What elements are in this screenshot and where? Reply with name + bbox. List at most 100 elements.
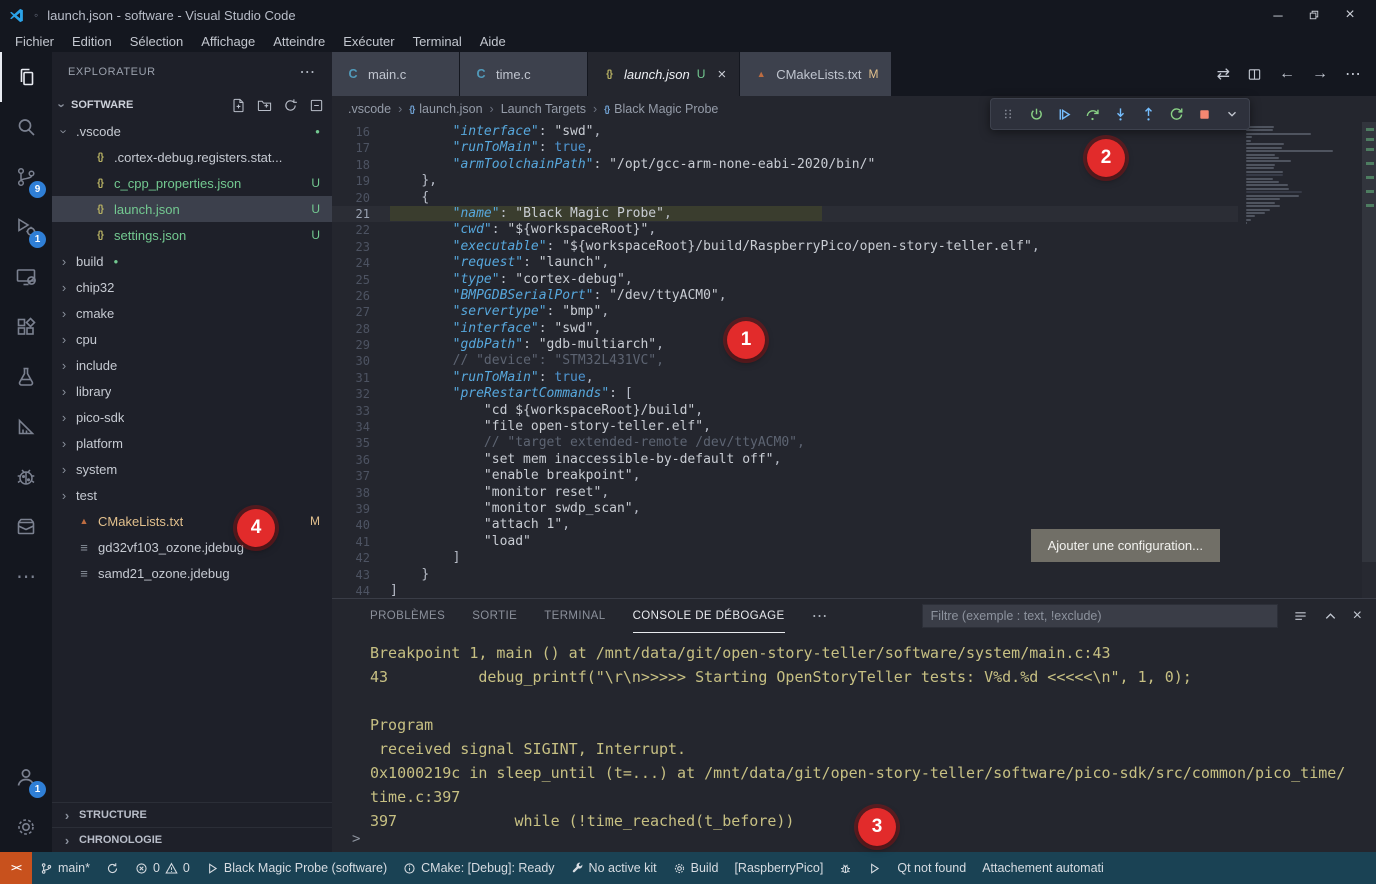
console-prompt[interactable]: > [352, 831, 360, 847]
line-number[interactable]: 27 [332, 304, 390, 320]
menu-affichage[interactable]: Affichage [192, 34, 264, 49]
restart-button[interactable] [1163, 101, 1189, 127]
code-line-28[interactable]: 28 "interface": "swd", [332, 321, 1238, 337]
auto-attach-item[interactable]: Attachement automati [974, 852, 1112, 884]
menu-atteindre[interactable]: Atteindre [264, 34, 334, 49]
code-line-27[interactable]: 27 "servertype": "bmp", [332, 304, 1238, 320]
sidebar-more-icon[interactable]: ⋯ [299, 62, 316, 82]
code-editor[interactable]: 16 "interface": "swd",17 "runToMain": tr… [332, 122, 1376, 598]
cmake-target-item[interactable]: [RaspberryPico] [726, 852, 831, 884]
git-branch-item[interactable]: main* [32, 852, 98, 884]
pause-button[interactable] [1023, 101, 1049, 127]
code-line-44[interactable]: 44] [332, 583, 1238, 598]
clear-console-icon[interactable] [1293, 609, 1308, 624]
qt-status-item[interactable]: Qt not found [889, 852, 974, 884]
line-number[interactable]: 31 [332, 370, 390, 386]
testing-activity-item[interactable] [0, 352, 52, 402]
tree-item-chip32[interactable]: ›chip32 [52, 274, 332, 300]
tree-item-cpu[interactable]: ›cpu [52, 326, 332, 352]
run-icon-item[interactable] [860, 852, 889, 884]
code-line-29[interactable]: 29 "gdbPath": "gdb-multiarch", [332, 337, 1238, 353]
search-activity-item[interactable] [0, 102, 52, 152]
line-number[interactable]: 25 [332, 272, 390, 288]
line-number[interactable]: 26 [332, 288, 390, 304]
more-views-activity-item[interactable]: ⋯ [0, 552, 52, 602]
code-line-20[interactable]: 20 { [332, 190, 1238, 206]
code-line-37[interactable]: 37 "enable breakpoint", [332, 468, 1238, 484]
refresh-explorer-icon[interactable] [283, 98, 298, 113]
line-number[interactable]: 18 [332, 157, 390, 173]
line-number[interactable]: 44 [332, 583, 390, 598]
menu-executer[interactable]: Exécuter [334, 34, 403, 49]
section-header-structure[interactable]: › STRUCTURE [52, 802, 332, 827]
source-control-activity-item[interactable]: 9 [0, 152, 52, 202]
code-line-26[interactable]: 26 "BMPGDBSerialPort": "/dev/ttyACM0", [332, 288, 1238, 304]
more-button[interactable] [1219, 101, 1245, 127]
tree-item-cortex-debug-registers-stat[interactable]: {}.cortex-debug.registers.stat... [52, 144, 332, 170]
breadcrumb-item-launch-json[interactable]: {}launch.json [409, 102, 482, 116]
code-line-31[interactable]: 31 "runToMain": true, [332, 370, 1238, 386]
tree-item-cmake[interactable]: ›cmake [52, 300, 332, 326]
code-line-33[interactable]: 33 "cd ${workspaceRoot}/build", [332, 403, 1238, 419]
remote-explorer-activity-item[interactable] [0, 252, 52, 302]
tree-item-launch-json[interactable]: {}launch.jsonU [52, 196, 332, 222]
cmake-status-item[interactable]: CMake: [Debug]: Ready [395, 852, 562, 884]
debug-icon-item[interactable] [831, 852, 860, 884]
continue-button[interactable] [1051, 101, 1077, 127]
build-item[interactable]: Build [665, 852, 727, 884]
code-line-22[interactable]: 22 "cwd": "${workspaceRoot}", [332, 222, 1238, 238]
tree-item-cmakelists-txt[interactable]: ▲CMakeLists.txtM [52, 508, 332, 534]
code-line-36[interactable]: 36 "set mem inaccessible-by-default off"… [332, 452, 1238, 468]
stop-button[interactable] [1191, 101, 1217, 127]
minimap[interactable] [1246, 126, 1358, 226]
tree-item-vscode[interactable]: ›.vscode● [52, 118, 332, 144]
scrollbar-thumb[interactable] [1362, 122, 1376, 562]
split-editor-icon[interactable] [1247, 67, 1262, 82]
tab-cmakelists-txt[interactable]: ▲CMakeLists.txtM [740, 52, 892, 96]
line-number[interactable]: 23 [332, 239, 390, 255]
line-number[interactable]: 35 [332, 435, 390, 451]
code-line-38[interactable]: 38 "monitor reset", [332, 485, 1238, 501]
close-button[interactable]: × [1332, 0, 1368, 30]
line-number[interactable]: 29 [332, 337, 390, 353]
tree-item-gd32vf103-ozone-jdebug[interactable]: ≡gd32vf103_ozone.jdebug [52, 534, 332, 560]
panel-tab-sortie[interactable]: SORTIE [472, 599, 517, 633]
line-number[interactable]: 20 [332, 190, 390, 206]
line-number[interactable]: 17 [332, 140, 390, 156]
line-number[interactable]: 40 [332, 517, 390, 533]
code-line-34[interactable]: 34 "file open-story-teller.elf", [332, 419, 1238, 435]
debug-console-filter-input[interactable] [922, 604, 1278, 628]
tree-item-c-cpp-properties-json[interactable]: {}c_cpp_properties.jsonU [52, 170, 332, 196]
code-line-25[interactable]: 25 "type": "cortex-debug", [332, 272, 1238, 288]
maximize-panel-icon[interactable] [1323, 609, 1338, 624]
section-header-timeline[interactable]: › CHRONOLOGIE [52, 827, 332, 852]
line-number[interactable]: 22 [332, 222, 390, 238]
tree-item-build[interactable]: ›build● [52, 248, 332, 274]
line-number[interactable]: 21 [332, 206, 390, 222]
line-number[interactable]: 16 [332, 124, 390, 140]
cmake-tools-activity-item[interactable] [0, 402, 52, 452]
breadcrumb-item-vscode[interactable]: .vscode [348, 102, 391, 116]
sync-item[interactable] [98, 852, 127, 884]
open-changes-icon[interactable]: ⇄ [1217, 64, 1230, 84]
tree-item-test[interactable]: ›test [52, 482, 332, 508]
minimize-button[interactable]: ─ [1260, 0, 1296, 30]
code-line-35[interactable]: 35 // "target extended-remote /dev/ttyAC… [332, 435, 1238, 451]
menu-edition[interactable]: Edition [63, 34, 121, 49]
run-and-debug-activity-item[interactable]: 1 [0, 202, 52, 252]
more-actions-icon[interactable]: ⋯ [1345, 64, 1361, 84]
line-number[interactable]: 33 [332, 403, 390, 419]
tree-item-pico-sdk[interactable]: ›pico-sdk [52, 404, 332, 430]
line-number[interactable]: 24 [332, 255, 390, 271]
go-forward-icon[interactable]: → [1312, 65, 1328, 83]
step-into-button[interactable] [1107, 101, 1133, 127]
line-number[interactable]: 32 [332, 386, 390, 402]
panel-more-icon[interactable]: ⋯ [812, 606, 828, 626]
remote-indicator[interactable]: >< [0, 852, 32, 884]
explorer-activity-item[interactable] [0, 52, 52, 102]
restore-button[interactable] [1296, 0, 1332, 30]
code-line-23[interactable]: 23 "executable": "${workspaceRoot}/build… [332, 239, 1238, 255]
problems-item[interactable]: 00 [127, 852, 198, 884]
line-number[interactable]: 37 [332, 468, 390, 484]
step-over-button[interactable] [1079, 101, 1105, 127]
